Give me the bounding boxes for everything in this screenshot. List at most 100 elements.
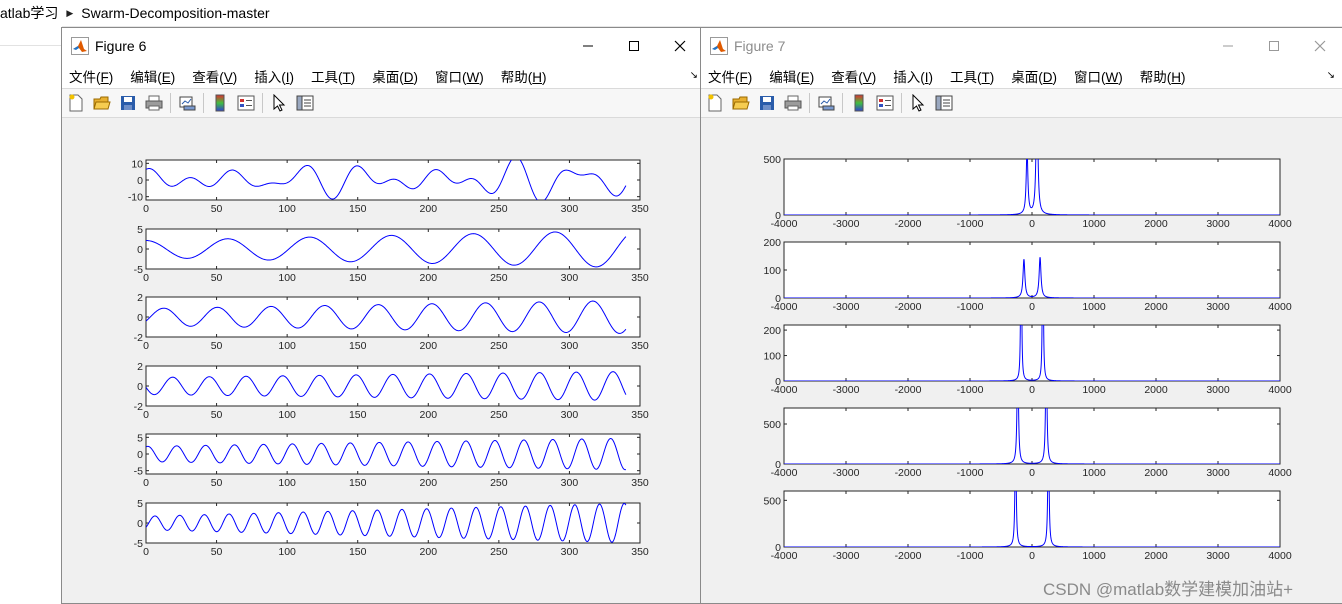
x-tick-label: 1000 — [1082, 384, 1106, 396]
title-bar[interactable]: Figure 6 — [62, 28, 703, 64]
link-plot-icon[interactable] — [816, 93, 836, 113]
x-tick-label: 1000 — [1082, 301, 1106, 313]
figure-7-axes-canvas[interactable]: -4000 -3000 -2000 -1000 0 1000 2000 3000 4000500… — [701, 119, 1342, 603]
breadcrumb-item-current[interactable]: Swarm-Decomposition-master — [81, 5, 269, 21]
property-inspector-icon[interactable] — [934, 93, 954, 113]
menu-insert[interactable]: 插入(I) — [254, 66, 294, 86]
x-tick-label: 300 — [561, 340, 579, 352]
x-tick-label: 300 — [561, 546, 579, 558]
menu-help[interactable]: 帮助(H) — [501, 66, 547, 86]
close-button[interactable] — [657, 28, 703, 64]
menu-desktop[interactable]: 桌面(D) — [1011, 66, 1057, 86]
open-file-icon[interactable] — [92, 93, 112, 113]
x-tick-label: 250 — [490, 272, 508, 284]
open-file-icon[interactable] — [731, 93, 751, 113]
toolbar-separator — [262, 93, 263, 113]
toolbar-separator — [203, 93, 204, 113]
background-panel — [0, 26, 62, 604]
figure-toolbar — [62, 88, 703, 118]
menu-file[interactable]: 文件(F) — [708, 66, 752, 86]
x-tick-label: 2000 — [1144, 218, 1168, 230]
x-tick-label: 100 — [278, 409, 296, 421]
subplot-2[interactable]: 0 50 100 150 200 250 300 35050-5 — [134, 224, 649, 284]
close-icon — [674, 40, 686, 52]
subplot-1[interactable]: 0 50 100 150 200 250 300 350100-10 — [128, 157, 649, 215]
edit-plot-icon[interactable] — [269, 93, 289, 113]
x-tick-label: 0 — [1029, 384, 1035, 396]
menu-tools[interactable]: 工具(T) — [311, 66, 355, 86]
property-inspector-icon[interactable] — [295, 93, 315, 113]
x-tick-label: 100 — [278, 203, 296, 215]
x-tick-label: 3000 — [1206, 301, 1230, 313]
title-bar[interactable]: Figure 7 — [701, 28, 1342, 64]
y-tick-label: 0 — [137, 175, 143, 187]
menu-edit[interactable]: 编辑(E) — [130, 66, 175, 86]
x-tick-label: 0 — [143, 203, 149, 215]
x-tick-label: -3000 — [833, 384, 860, 396]
dock-arrow-icon[interactable]: ↘ — [690, 70, 698, 81]
x-tick-label: 200 — [420, 546, 438, 558]
legend-icon[interactable] — [236, 93, 256, 113]
menu-edit[interactable]: 编辑(E) — [769, 66, 814, 86]
y-tick-label: -2 — [134, 332, 143, 344]
y-tick-label: 200 — [763, 325, 781, 337]
menu-window[interactable]: 窗口(W) — [435, 66, 484, 86]
menu-view[interactable]: 查看(V) — [192, 66, 237, 86]
y-tick-label: 200 — [763, 237, 781, 249]
x-tick-label: 0 — [1029, 218, 1035, 230]
maximize-button[interactable] — [611, 28, 657, 64]
minimize-button[interactable] — [565, 28, 611, 64]
breadcrumb-item-folder[interactable]: atlab学习 — [0, 3, 58, 23]
x-tick-label: 50 — [211, 546, 223, 558]
link-plot-icon[interactable] — [177, 93, 197, 113]
figure-7-window[interactable]: Figure 7 文件(F) 编辑(E) 查看(V) 插入(I) 工具(T) 桌… — [700, 27, 1342, 604]
dock-arrow-icon[interactable]: ↘ — [1327, 70, 1335, 81]
print-icon[interactable] — [783, 93, 803, 113]
edit-plot-icon[interactable] — [908, 93, 928, 113]
print-icon[interactable] — [144, 93, 164, 113]
subplot-4[interactable]: 0 50 100 150 200 250 300 35020-2 — [134, 361, 649, 421]
x-tick-label: 200 — [420, 477, 438, 489]
toolbar-separator — [901, 93, 902, 113]
axes-box — [145, 296, 641, 338]
subplot-1[interactable]: -4000 -3000 -2000 -1000 0 1000 2000 3000 4000500… — [763, 119, 1291, 230]
maximize-button[interactable] — [1251, 28, 1297, 64]
legend-icon[interactable] — [875, 93, 895, 113]
menu-window[interactable]: 窗口(W) — [1074, 66, 1123, 86]
x-tick-label: 4000 — [1268, 467, 1292, 479]
x-tick-label: 2000 — [1144, 550, 1168, 562]
x-tick-label: -2000 — [895, 550, 922, 562]
subplot-6[interactable]: 0 50 100 150 200 250 300 35050-5 — [134, 498, 649, 558]
figure-6-axes-canvas[interactable]: 0 50 100 150 200 250 300 350100-100 50 100 150 200 2… — [62, 119, 703, 603]
menu-insert[interactable]: 插入(I) — [893, 66, 933, 86]
colorbar-icon[interactable] — [210, 93, 230, 113]
menu-desktop[interactable]: 桌面(D) — [372, 66, 418, 86]
subplot-2[interactable]: -4000 -3000 -2000 -1000 0 1000 2000 3000 4000200… — [763, 237, 1291, 313]
save-icon[interactable] — [757, 93, 777, 113]
subplot-3[interactable]: 0 50 100 150 200 250 300 35020-2 — [134, 292, 649, 352]
x-tick-label: 300 — [561, 272, 579, 284]
x-tick-label: -1000 — [957, 218, 984, 230]
subplot-5[interactable]: 0 50 100 150 200 250 300 35050-5 — [134, 432, 649, 489]
menu-bar: 文件(F) 编辑(E) 查看(V) 插入(I) 工具(T) 桌面(D) 窗口(W… — [62, 64, 703, 88]
y-tick-label: 5 — [137, 224, 143, 236]
menu-tools[interactable]: 工具(T) — [950, 66, 994, 86]
minimize-button[interactable] — [1205, 28, 1251, 64]
colorbar-icon[interactable] — [849, 93, 869, 113]
minimize-icon — [1223, 45, 1233, 47]
new-figure-icon[interactable] — [705, 93, 725, 113]
x-tick-label: -1000 — [957, 384, 984, 396]
new-figure-icon[interactable] — [66, 93, 86, 113]
window-title: Figure 6 — [95, 38, 147, 54]
menu-file[interactable]: 文件(F) — [69, 66, 113, 86]
menu-help[interactable]: 帮助(H) — [1140, 66, 1186, 86]
close-button[interactable] — [1297, 28, 1342, 64]
x-tick-label: 2000 — [1144, 467, 1168, 479]
save-icon[interactable] — [118, 93, 138, 113]
figure-6-window[interactable]: Figure 6 文件(F) 编辑(E) 查看(V) 插入(I) 工具(T) 桌… — [61, 27, 704, 604]
x-tick-label: 350 — [631, 409, 649, 421]
menu-view[interactable]: 查看(V) — [831, 66, 876, 86]
x-tick-label: -1000 — [957, 550, 984, 562]
y-tick-label: 0 — [775, 293, 781, 305]
x-tick-label: 150 — [349, 340, 367, 352]
